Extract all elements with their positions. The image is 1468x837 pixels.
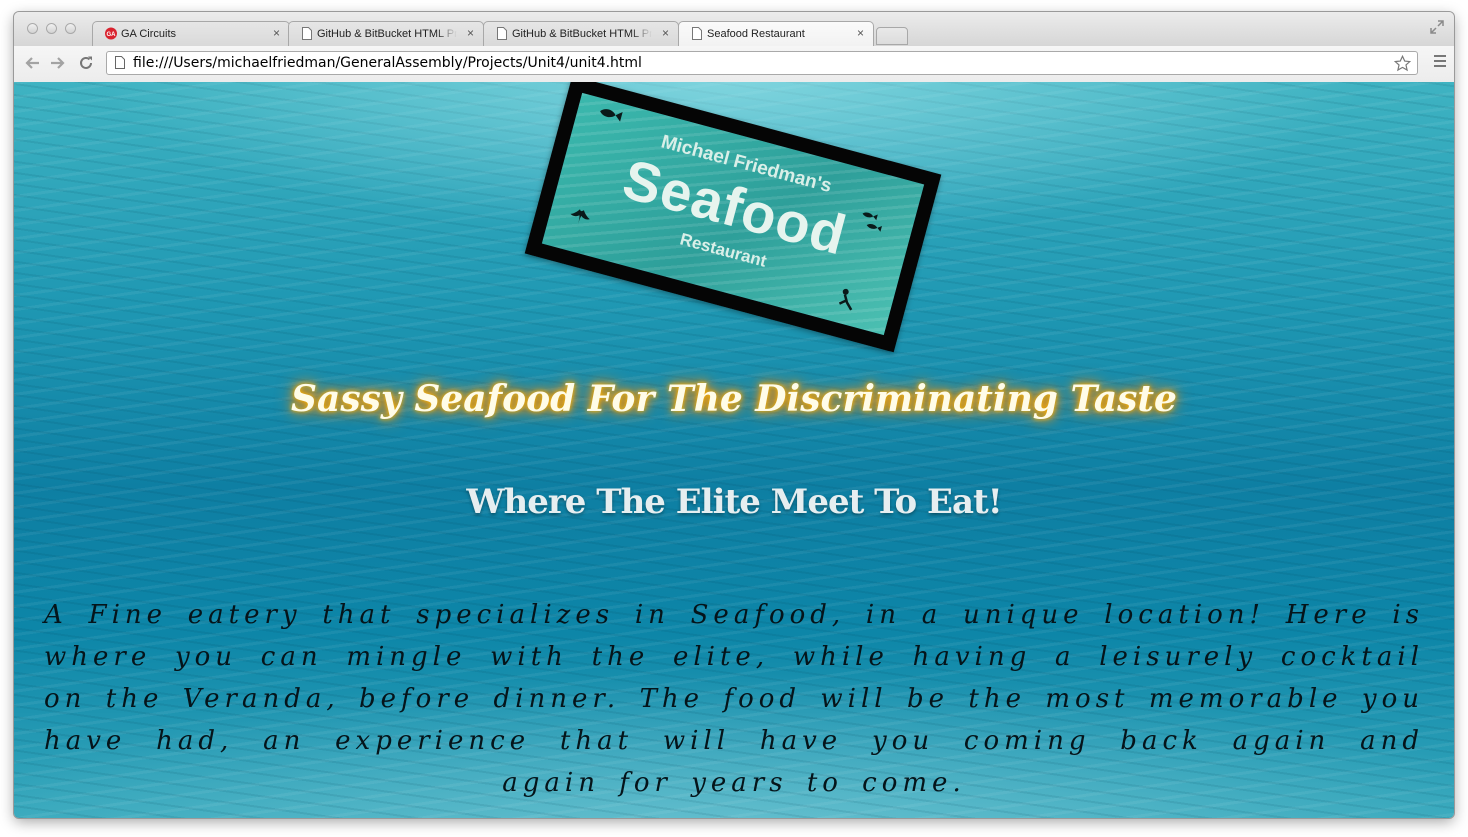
document-icon [692,27,702,40]
tab-ga-circuits[interactable]: GA GA Circuits × [92,21,290,46]
url-text: file:///Users/michaelfriedman/GeneralAss… [133,55,642,71]
address-bar[interactable]: file:///Users/michaelfriedman/GeneralAss… [106,51,1418,75]
menu-icon[interactable] [1434,55,1446,70]
svg-text:GA: GA [107,32,117,38]
diver-icon [838,288,853,311]
bookmark-star-icon[interactable] [1394,55,1411,72]
new-tab-button[interactable] [876,27,908,45]
minimize-window-button[interactable] [46,23,57,34]
reload-icon[interactable] [78,55,94,71]
browser-toolbar: file:///Users/michaelfriedman/GeneralAss… [14,46,1454,83]
back-arrow-icon[interactable] [24,56,40,70]
tab-label: Seafood Restaurant [707,28,805,40]
tab-label: GA Circuits [121,28,177,40]
close-tab-icon[interactable]: × [857,26,864,40]
document-icon [497,27,507,40]
close-tab-icon[interactable]: × [273,26,280,40]
document-icon [302,27,312,40]
tab-label: GitHub & BitBucket HTML Preview [317,28,457,40]
ga-logo-icon: GA [105,27,117,40]
close-tab-icon[interactable]: × [662,26,669,40]
tagline: Sassy Seafood For The Discriminating Tas… [291,378,1177,420]
close-tab-icon[interactable]: × [467,26,474,40]
zoom-window-button[interactable] [65,23,76,34]
close-window-button[interactable] [27,23,38,34]
fullscreen-icon[interactable] [1430,20,1444,34]
page-viewport: Michael Friedman's Seafood Restaurant Sa… [14,82,1454,818]
tab-github-preview-2[interactable]: GitHub & BitBucket HTML Preview × [483,21,679,46]
description-paragraph: A Fine eatery that specializes in Seafoo… [44,600,1424,798]
tab-label: GitHub & BitBucket HTML Preview [512,28,652,40]
tab-github-preview-1[interactable]: GitHub & BitBucket HTML Preview × [288,21,484,46]
tab-seafood-restaurant[interactable]: Seafood Restaurant × [678,21,874,46]
page-icon [115,56,125,69]
tab-strip: GA GA Circuits × GitHub & BitBucket HTML… [14,12,1454,46]
forward-arrow-icon[interactable] [50,56,66,70]
subtitle: Where The Elite Meet To Eat! [466,482,1002,522]
restaurant-logo: Michael Friedman's Seafood Restaurant [524,82,942,353]
browser-window: GA GA Circuits × GitHub & BitBucket HTML… [14,12,1454,818]
